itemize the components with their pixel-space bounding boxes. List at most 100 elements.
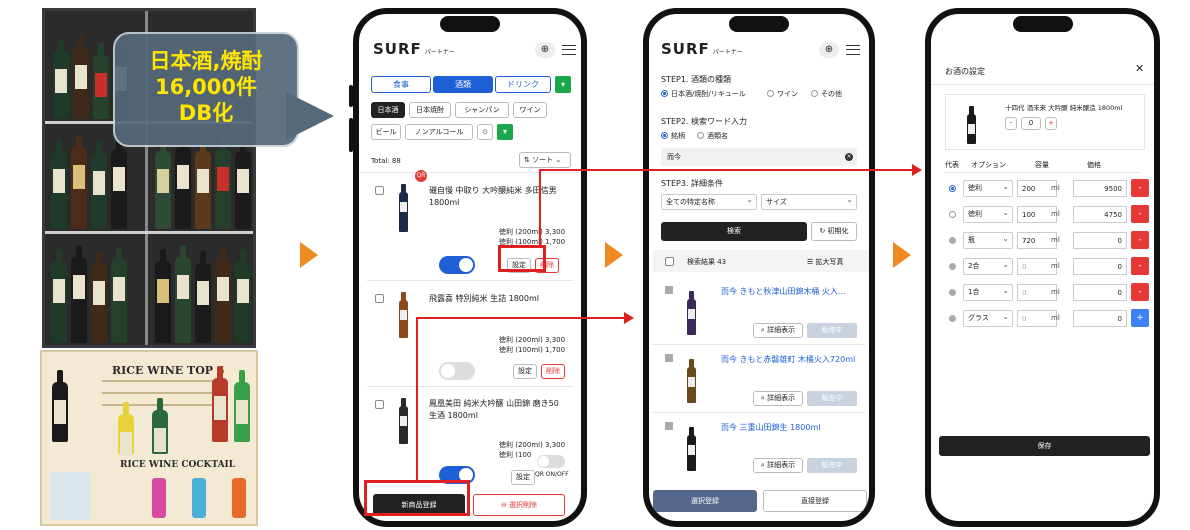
size-select[interactable]: サイズ <box>761 193 857 210</box>
result-checkbox[interactable] <box>665 354 673 362</box>
primary-radio[interactable] <box>949 185 956 192</box>
menu-icon[interactable] <box>562 45 576 55</box>
connector-arrow-icon <box>624 312 634 324</box>
price-input[interactable]: 4750 <box>1073 206 1127 223</box>
sort-icon: ⇅ <box>524 156 530 164</box>
bottle <box>71 135 87 229</box>
add-row-button[interactable]: + <box>1131 309 1149 327</box>
remove-row-button[interactable]: - <box>1131 257 1149 275</box>
detail-button[interactable]: ⌕ 詳細表示 <box>753 323 803 338</box>
detail-label: 詳細表示 <box>767 326 796 334</box>
sake-bottle-image <box>687 427 696 471</box>
radio-type-other[interactable] <box>811 90 818 97</box>
item-checkbox[interactable] <box>375 400 384 409</box>
subtab-beer[interactable]: ビール <box>371 124 401 140</box>
price-input[interactable]: 0 <box>1073 232 1127 249</box>
result-link[interactable]: 而今 きもと秋津山田錦木桶 火入... <box>721 286 846 297</box>
direct-register-button[interactable]: 直接登録 <box>763 490 867 512</box>
primary-radio[interactable] <box>949 237 956 244</box>
result-link[interactable]: 而今 三重山田錦生 1800ml <box>721 422 820 433</box>
cocktail-glass <box>192 478 206 518</box>
save-button[interactable]: 保存 <box>939 436 1150 456</box>
flow-arrow-icon <box>300 242 318 268</box>
subtab-non-alcohol[interactable]: ノンアルコール <box>405 124 473 140</box>
radio-type-wine[interactable] <box>767 90 774 97</box>
callout-line: 日本酒,焼酎 <box>149 49 263 73</box>
dropdown-toggle-icon[interactable]: ▾ <box>497 124 513 140</box>
primary-radio[interactable] <box>949 211 956 218</box>
primary-radio[interactable] <box>949 263 956 270</box>
price-input[interactable]: 0 <box>1073 310 1127 327</box>
search-button[interactable]: 検索 <box>661 222 807 241</box>
detail-label: 詳細表示 <box>767 394 796 402</box>
phone-product-list: SURF パートナー ⊕ 食事 酒類 ドリンク ▾ 日本酒 日本焼酎 シャンパン … <box>353 8 587 527</box>
result-checkbox[interactable] <box>665 422 673 430</box>
settings-gear-icon[interactable]: ⚙ <box>477 124 493 140</box>
subtab-wine[interactable]: ワイン <box>513 102 547 118</box>
subtab-sake[interactable]: 日本酒 <box>371 102 405 118</box>
tab-food[interactable]: 食事 <box>371 76 431 93</box>
bulk-delete-button[interactable]: ⊖ 選択削除 <box>473 494 565 516</box>
tab-alcohol[interactable]: 酒類 <box>433 76 493 93</box>
price-input[interactable]: 0 <box>1073 258 1127 275</box>
enlarge-toggle[interactable]: ☰ 拡大写真 <box>807 257 844 267</box>
option-select[interactable]: 2合 <box>963 257 1013 275</box>
option-select[interactable]: グラス <box>963 309 1013 327</box>
settings-button[interactable]: 設定 <box>511 470 535 485</box>
option-select[interactable]: 徳利 <box>963 205 1013 223</box>
select-register-button[interactable]: 選択登録 <box>653 490 757 512</box>
sake-bottle-image <box>399 398 408 444</box>
close-icon[interactable]: ✕ <box>1135 62 1144 75</box>
phone-search: SURF パートナー ⊕ STEP1. 酒類の種類 日本酒/焼酎/リキュール ワイ… <box>643 8 875 527</box>
qty-increment[interactable]: + <box>1045 117 1057 130</box>
primary-radio[interactable] <box>949 315 956 322</box>
radio-type-sake[interactable] <box>661 90 668 97</box>
search-input[interactable]: 而今 <box>661 148 857 166</box>
modal-title: お酒の設定 <box>945 67 985 76</box>
remove-row-button[interactable]: - <box>1131 283 1149 301</box>
volume-unit: ml <box>1051 210 1060 218</box>
sort-select[interactable]: ⇅ ソート ⌄ <box>519 152 571 168</box>
primary-radio[interactable] <box>949 289 956 296</box>
qr-toggle[interactable] <box>537 455 565 468</box>
detail-button[interactable]: ⌕ 詳細表示 <box>753 458 803 473</box>
phone-notch <box>729 16 789 32</box>
option-select[interactable]: 瓶 <box>963 231 1013 249</box>
detail-button[interactable]: ⌕ 詳細表示 <box>753 391 803 406</box>
select-all-checkbox[interactable] <box>665 257 674 266</box>
radio-search-name[interactable] <box>697 132 704 139</box>
radio-search-brand[interactable] <box>661 132 668 139</box>
qty-decrement[interactable]: - <box>1005 117 1017 130</box>
designation-select[interactable]: 全ての特定名称 <box>661 193 757 210</box>
visibility-toggle[interactable] <box>439 256 475 274</box>
option-select[interactable]: 1合 <box>963 283 1013 301</box>
globe-icon[interactable]: ⊕ <box>535 42 555 58</box>
subtab-shochu[interactable]: 日本焼酎 <box>409 102 451 118</box>
settings-button[interactable]: 設定 <box>513 364 537 379</box>
menu-icon[interactable] <box>846 45 860 55</box>
reset-button[interactable]: ↻ 初期化 <box>811 222 857 241</box>
menu-subtitle: RICE WINE COCKTAIL <box>120 460 236 470</box>
subtab-champagne[interactable]: シャンパン <box>455 102 509 118</box>
globe-icon[interactable]: ⊕ <box>819 42 839 58</box>
menu-rule <box>102 392 212 394</box>
remove-row-button[interactable]: - <box>1131 205 1149 223</box>
result-checkbox[interactable] <box>665 286 673 294</box>
item-checkbox[interactable] <box>375 186 384 195</box>
price-input[interactable]: 9500 <box>1073 180 1127 197</box>
clear-icon[interactable]: × <box>845 153 853 161</box>
qty-input[interactable]: 0 <box>1021 117 1041 130</box>
remove-row-button[interactable]: - <box>1131 179 1149 197</box>
tab-drink[interactable]: ドリンク <box>495 76 551 93</box>
remove-row-button[interactable]: - <box>1131 231 1149 249</box>
result-link[interactable]: 而今 きもと赤磐雄町 木桶火入720ml <box>721 354 855 365</box>
dropdown-toggle-icon[interactable]: ▾ <box>555 76 571 93</box>
option-select[interactable]: 徳利 <box>963 179 1013 197</box>
delete-button[interactable]: 削除 <box>541 364 565 379</box>
price-input[interactable]: 0 <box>1073 284 1127 301</box>
visibility-toggle[interactable] <box>439 362 475 380</box>
bottle <box>51 249 67 343</box>
detail-label: 詳細表示 <box>767 461 796 469</box>
item-checkbox[interactable] <box>375 294 384 303</box>
bottle <box>71 245 87 343</box>
